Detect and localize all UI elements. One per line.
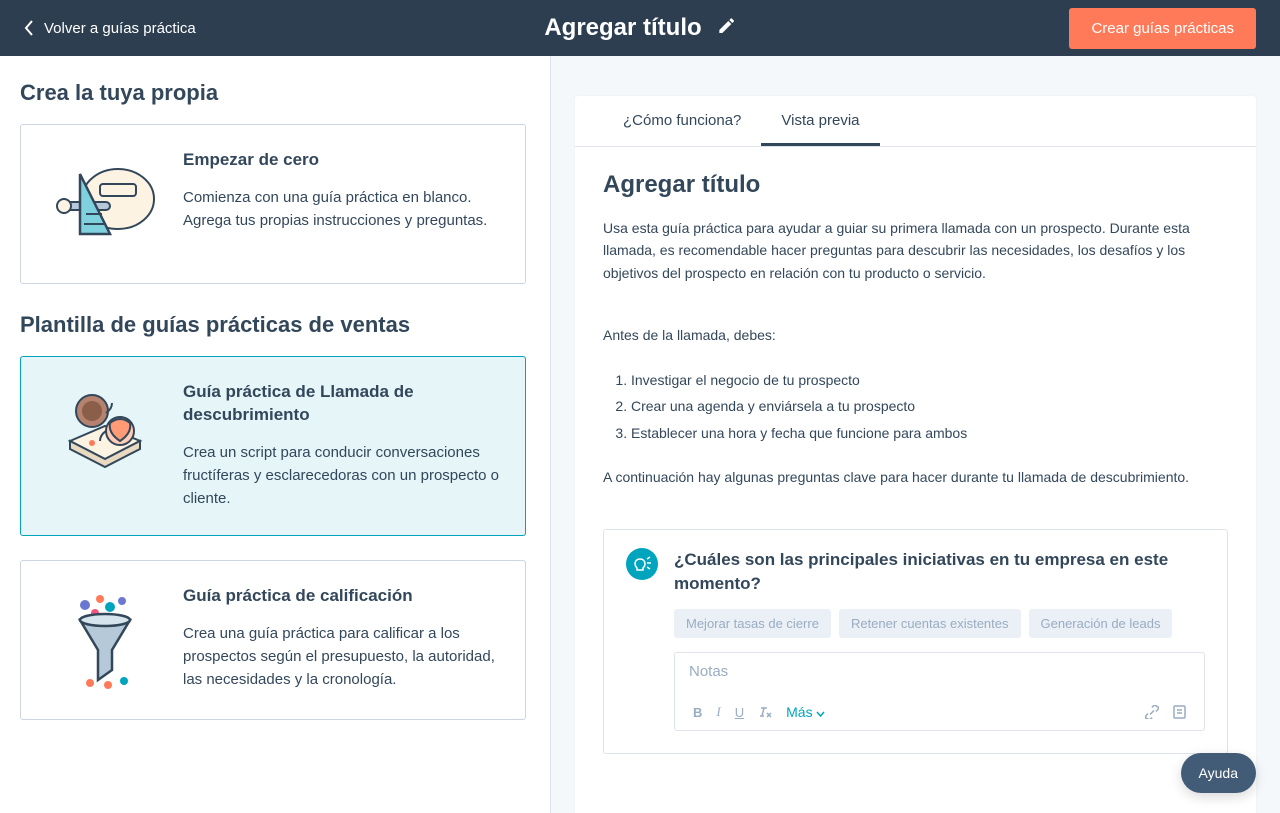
snippet-button[interactable] (1173, 705, 1186, 719)
link-icon (1145, 705, 1159, 719)
right-panel: ¿Cómo funciona? Vista previa Agregar tít… (575, 96, 1256, 813)
pencil-icon (718, 17, 736, 35)
chip[interactable]: Mejorar tasas de cierre (674, 609, 831, 638)
card-desc: Crea una guía práctica para calificar a … (183, 622, 501, 692)
question-icon (626, 548, 658, 580)
create-playbook-button[interactable]: Crear guías prácticas (1069, 8, 1256, 49)
question-card: ¿Cuáles son las principales iniciativas … (603, 529, 1228, 755)
preview-title: Agregar título (603, 171, 1228, 199)
preview-list: Investigar el negocio de tu prospecto Cr… (631, 367, 1228, 447)
question-header: ¿Cuáles son las principales iniciativas … (626, 548, 1205, 596)
link-button[interactable] (1145, 705, 1159, 719)
prelist-label: Antes de la llamada, debes: (603, 324, 1228, 346)
card-title: Guía práctica de Llamada de descubrimien… (183, 381, 501, 427)
card-title: Guía práctica de calificación (183, 585, 501, 608)
answer-chips: Mejorar tasas de cierre Retener cuentas … (674, 609, 1205, 638)
card-qualification[interactable]: Guía práctica de calificación Crea una g… (20, 560, 526, 720)
notes-placeholder: Notas (675, 653, 1204, 698)
more-button[interactable]: Más (786, 704, 825, 720)
right-panel-wrapper: ¿Cómo funciona? Vista previa Agregar tít… (550, 56, 1280, 813)
notes-editor[interactable]: Notas B I U Más (674, 652, 1205, 731)
list-item: Investigar el negocio de tu prospecto (631, 367, 1228, 394)
funnel-icon (45, 585, 165, 695)
card-body: Guía práctica de calificación Crea una g… (183, 585, 501, 695)
title-center: Agregar título (544, 14, 735, 42)
chevron-left-icon (24, 20, 34, 36)
tools-icon (45, 149, 165, 259)
tabs: ¿Cómo funciona? Vista previa (575, 96, 1256, 147)
question-text: ¿Cuáles son las principales iniciativas … (674, 548, 1205, 596)
chip[interactable]: Retener cuentas existentes (839, 609, 1021, 638)
discovery-icon (45, 381, 165, 491)
editor-toolbar: B I U Más (675, 698, 1204, 724)
underline-button[interactable]: U (735, 705, 744, 720)
bold-button[interactable]: B (693, 705, 702, 720)
preview-content: Agregar título Usa esta guía práctica pa… (575, 147, 1256, 778)
list-item: Establecer una hora y fecha que funcione… (631, 420, 1228, 447)
clear-format-button[interactable] (758, 705, 772, 719)
tab-how-it-works[interactable]: ¿Cómo funciona? (603, 96, 761, 146)
card-desc: Comienza con una guía práctica en blanco… (183, 186, 501, 233)
page-title: Agregar título (544, 14, 701, 42)
preview-after: A continuación hay algunas preguntas cla… (603, 466, 1228, 488)
card-start-from-scratch[interactable]: Empezar de cero Comienza con una guía pr… (20, 124, 526, 284)
card-discovery-call[interactable]: Guía práctica de Llamada de descubrimien… (20, 356, 526, 536)
back-label: Volver a guías práctica (44, 20, 196, 37)
document-icon (1173, 705, 1186, 719)
section-create-own: Crea la tuya propia (20, 80, 526, 106)
italic-button[interactable]: I (716, 704, 720, 720)
back-link[interactable]: Volver a guías práctica (24, 20, 196, 37)
main-content: Crea la tuya propia Empezar de cero Comi… (0, 56, 1280, 813)
edit-title-button[interactable] (718, 17, 736, 40)
clear-format-icon (758, 705, 772, 719)
chevron-down-icon (816, 711, 825, 717)
section-templates: Plantilla de guías prácticas de ventas (20, 312, 526, 338)
app-header: Volver a guías práctica Agregar título C… (0, 0, 1280, 56)
card-title: Empezar de cero (183, 149, 501, 172)
lightbulb-icon (633, 555, 651, 573)
card-desc: Crea un script para conducir conversacio… (183, 441, 501, 511)
list-item: Crear una agenda y enviársela a tu prosp… (631, 393, 1228, 420)
card-body: Guía práctica de Llamada de descubrimien… (183, 381, 501, 511)
card-body: Empezar de cero Comienza con una guía pr… (183, 149, 501, 259)
preview-intro: Usa esta guía práctica para ayudar a gui… (603, 217, 1228, 284)
left-panel: Crea la tuya propia Empezar de cero Comi… (0, 56, 550, 813)
tab-preview[interactable]: Vista previa (761, 96, 879, 146)
help-button[interactable]: Ayuda (1181, 753, 1256, 793)
chip[interactable]: Generación de leads (1029, 609, 1173, 638)
